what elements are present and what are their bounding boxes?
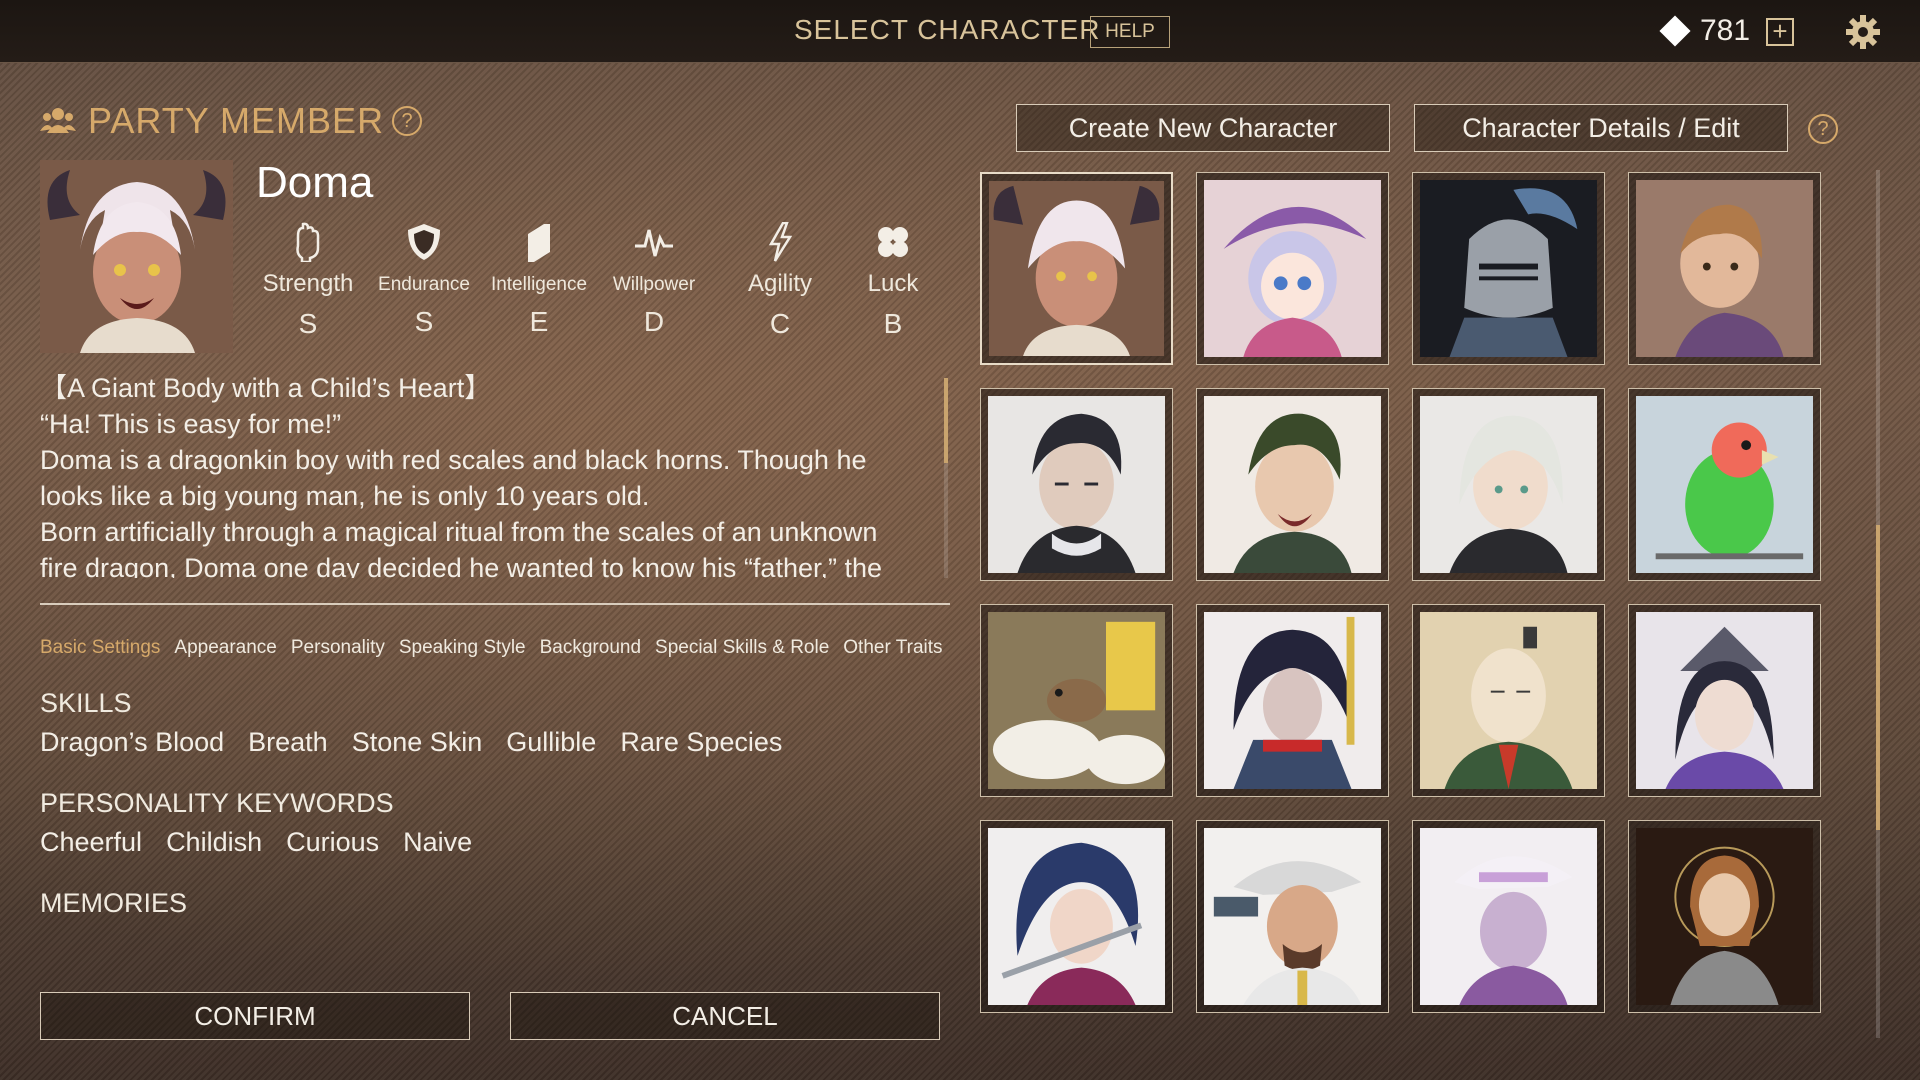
currency-count: 781: [1700, 14, 1751, 47]
stat-grade: B: [883, 308, 903, 339]
character-card-saint[interactable]: [1628, 820, 1821, 1013]
character-card-witch[interactable]: [1196, 172, 1389, 365]
tab-special-skills[interactable]: Special Skills & Role: [655, 637, 829, 659]
clover-icon: [878, 227, 908, 257]
stat-grade: D: [643, 306, 665, 337]
skill-tag: Breath: [248, 727, 328, 757]
add-currency-icon[interactable]: +: [1766, 18, 1794, 46]
roster-help-icon[interactable]: ?: [1808, 114, 1838, 144]
stat-intelligence: Intelligence E: [483, 222, 595, 338]
top-bar: SELECT CHARACTER HELP 781 +: [0, 0, 1920, 63]
personality-tag: Naive: [403, 827, 473, 857]
tab-appearance[interactable]: Appearance: [174, 637, 276, 659]
tab-background[interactable]: Background: [540, 637, 641, 659]
cancel-button[interactable]: CANCEL: [510, 992, 940, 1040]
description-line: “Ha! This is easy for me!”: [40, 409, 342, 439]
lightning-icon: [768, 222, 793, 262]
info-tabs: Basic Settings Appearance Personality Sp…: [40, 637, 943, 659]
book-icon: [528, 224, 550, 262]
character-card-knight[interactable]: [1412, 172, 1605, 365]
screen-title: SELECT CHARACTER: [794, 14, 1101, 45]
stat-willpower: Willpower D: [598, 222, 710, 338]
pulse-icon: [635, 229, 673, 257]
stat-label: Willpower: [612, 274, 696, 295]
character-card-dragonkin[interactable]: [980, 172, 1173, 365]
memories-title: MEMORIES: [40, 888, 188, 918]
stat-luck: Luck B: [837, 222, 949, 340]
stat-strength: Strength S: [252, 222, 364, 340]
stat-grade: C: [769, 308, 791, 339]
stat-label: Strength: [262, 270, 354, 297]
stat-grade: E: [529, 306, 549, 337]
character-card-archer[interactable]: [1628, 172, 1821, 365]
character-card-masked-warrior[interactable]: [1196, 604, 1389, 797]
character-name: Doma: [256, 158, 374, 207]
stat-grade: S: [298, 308, 318, 339]
personality-tag: Childish: [166, 827, 263, 857]
tab-other-traits[interactable]: Other Traits: [843, 637, 942, 659]
selected-character-portrait: [40, 160, 233, 353]
character-description[interactable]: 【A Giant Body with a Child’s Heart】 “Ha!…: [40, 370, 940, 578]
stat-label: Luck: [867, 270, 919, 297]
party-help-icon[interactable]: ?: [392, 106, 422, 136]
character-card-mouse[interactable]: [980, 604, 1173, 797]
personality-title: PERSONALITY KEYWORDS: [40, 788, 394, 818]
personality-tag: Curious: [286, 827, 380, 857]
stat-label: Agility: [747, 270, 813, 297]
skill-tag: Gullible: [506, 727, 597, 757]
character-details-button[interactable]: Character Details / Edit: [1414, 104, 1788, 152]
party-icon: [40, 108, 76, 133]
stat-agility: Agility C: [724, 222, 836, 340]
tab-speaking-style[interactable]: Speaking Style: [399, 637, 526, 659]
gem-icon: [1659, 15, 1691, 47]
skill-tag: Rare Species: [620, 727, 783, 757]
character-card-shrine-maiden[interactable]: [1628, 604, 1821, 797]
description-line: Born artificially through a magical ritu…: [40, 517, 878, 547]
fist-icon: [296, 222, 320, 262]
shield-icon: [408, 224, 440, 260]
stat-label: Endurance: [378, 274, 470, 295]
create-character-button[interactable]: Create New Character: [1016, 104, 1390, 152]
tab-personality[interactable]: Personality: [291, 637, 385, 659]
stat-endurance: Endurance S: [368, 222, 480, 338]
stat-label: Intelligence: [490, 274, 588, 295]
party-member-heading: PARTY MEMBER: [88, 100, 385, 141]
description-line: looks like a big young man, he is only 1…: [40, 481, 650, 511]
character-card-lovebird[interactable]: [1628, 388, 1821, 581]
character-card-white-haired-youth[interactable]: [1412, 388, 1605, 581]
help-button[interactable]: HELP: [1090, 16, 1170, 48]
roster-scroll-thumb[interactable]: [1876, 525, 1880, 830]
character-card-dark-haired-man[interactable]: [980, 388, 1173, 581]
character-card-green-haired-man[interactable]: [1196, 388, 1389, 581]
personality-tag: Cheerful: [40, 827, 143, 857]
character-card-samurai-lord[interactable]: [1412, 604, 1605, 797]
description-scroll-thumb[interactable]: [944, 378, 948, 463]
character-card-swordswoman[interactable]: [980, 820, 1173, 1013]
stat-grade: S: [414, 306, 434, 337]
description-line: Doma is a dragonkin boy with red scales …: [40, 445, 867, 475]
skill-tag: Stone Skin: [351, 727, 483, 757]
character-card-gunslinger[interactable]: [1196, 820, 1389, 1013]
confirm-button[interactable]: CONFIRM: [40, 992, 470, 1040]
tab-basic-settings[interactable]: Basic Settings: [40, 637, 160, 659]
description-line: 【A Giant Body with a Child’s Heart】: [40, 373, 492, 403]
gear-icon[interactable]: [1843, 12, 1883, 52]
skills-title: SKILLS: [40, 688, 132, 718]
skills-list: Dragon’s Blood Breath Stone Skin Gullibl…: [40, 727, 782, 758]
personality-list: Cheerful Childish Curious Naive: [40, 827, 472, 858]
description-line: fire dragon, Doma one day decided he wan…: [40, 553, 883, 578]
character-card-hat-figure[interactable]: [1412, 820, 1605, 1013]
divider: [40, 603, 950, 605]
skill-tag: Dragon’s Blood: [40, 727, 225, 757]
